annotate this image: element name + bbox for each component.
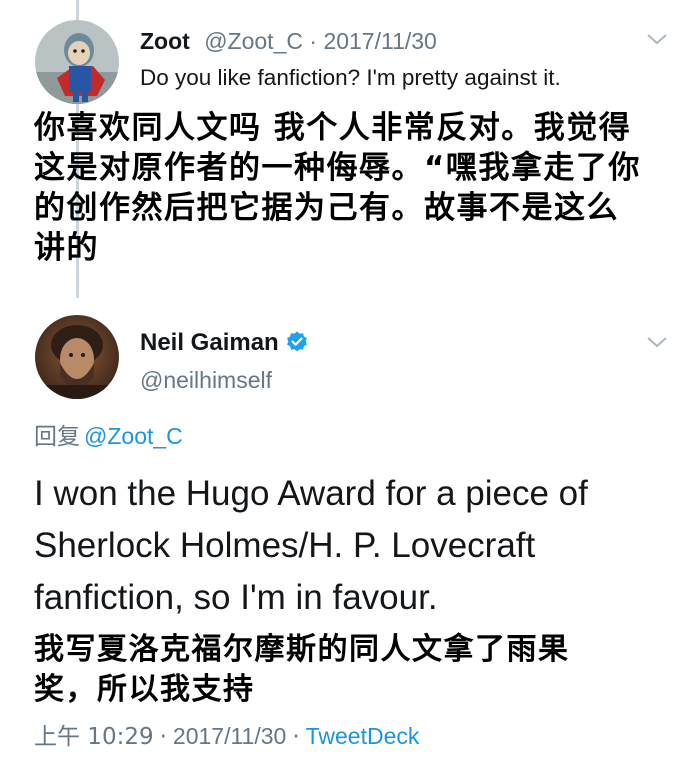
tweet2-handle[interactable]: @neilhimself	[140, 366, 272, 394]
tweet2-source-link[interactable]: TweetDeck	[306, 723, 420, 749]
neil-gaiman-avatar[interactable]	[35, 315, 119, 399]
tweet1-date[interactable]: 2017/11/30	[323, 28, 436, 54]
translation-line: 的创作然后把它据为己有。故事不是这么	[34, 190, 619, 226]
reply-context: 回复 @Zoot_C	[34, 422, 183, 451]
tweet2-author-name[interactable]: Neil Gaiman	[140, 328, 309, 358]
zoot-avatar[interactable]	[35, 20, 119, 104]
tweet2-footer: 上午 10:29 · 2017/11/30 · TweetDeck	[34, 722, 419, 751]
tweet1-translation: 你喜欢同人文吗 我个人非常反对。我觉得 这是对原作者的一种侮辱。“嘿我拿走了你 …	[34, 108, 641, 268]
translation-line: 奖，所以我支持	[34, 672, 255, 707]
verified-badge-icon	[286, 331, 307, 352]
tweet2-time[interactable]: 上午 10:29	[34, 724, 154, 750]
tweet1-separator: ·	[309, 28, 318, 54]
translation-line: 这是对原作者的一种侮辱。“嘿我拿走了你	[34, 150, 641, 186]
footer-separator: ·	[292, 724, 300, 750]
chevron-down-icon[interactable]	[646, 335, 668, 349]
tweet2-date[interactable]: 2017/11/30	[173, 723, 286, 749]
tweet2-text-line: I won the Hugo Award for a piece of	[34, 474, 588, 513]
tweet1-header: Zoot @Zoot_C · 2017/11/30	[140, 27, 437, 55]
chevron-down-icon[interactable]	[646, 32, 668, 46]
tweet1-text: Do you like fanfiction? I'm pretty again…	[140, 65, 561, 90]
tweet2-translation: 我写夏洛克福尔摩斯的同人文拿了雨果 奖，所以我支持	[34, 630, 570, 710]
translation-line: 你喜欢同人文吗 我个人非常反对。我觉得	[34, 110, 632, 146]
tweet1-handle[interactable]: @Zoot_C	[204, 28, 303, 54]
tweet2-name-text[interactable]: Neil Gaiman	[140, 329, 279, 356]
translation-line: 讲的	[34, 230, 99, 266]
tweet2-text-line: Sherlock Holmes/H. P. Lovecraft	[34, 526, 536, 565]
thread-line-top	[76, 0, 79, 20]
reply-to-link[interactable]: @Zoot_C	[84, 423, 183, 449]
translation-line: 我写夏洛克福尔摩斯的同人文拿了雨果	[34, 632, 570, 667]
tweet2-text-line: fanfiction, so I'm in favour.	[34, 578, 438, 617]
reply-prefix: 回复	[34, 424, 80, 450]
tweet1-author-name[interactable]: Zoot	[140, 28, 190, 54]
footer-separator: ·	[159, 724, 167, 750]
tweet2-text: I won the Hugo Award for a piece of Sher…	[34, 468, 674, 624]
